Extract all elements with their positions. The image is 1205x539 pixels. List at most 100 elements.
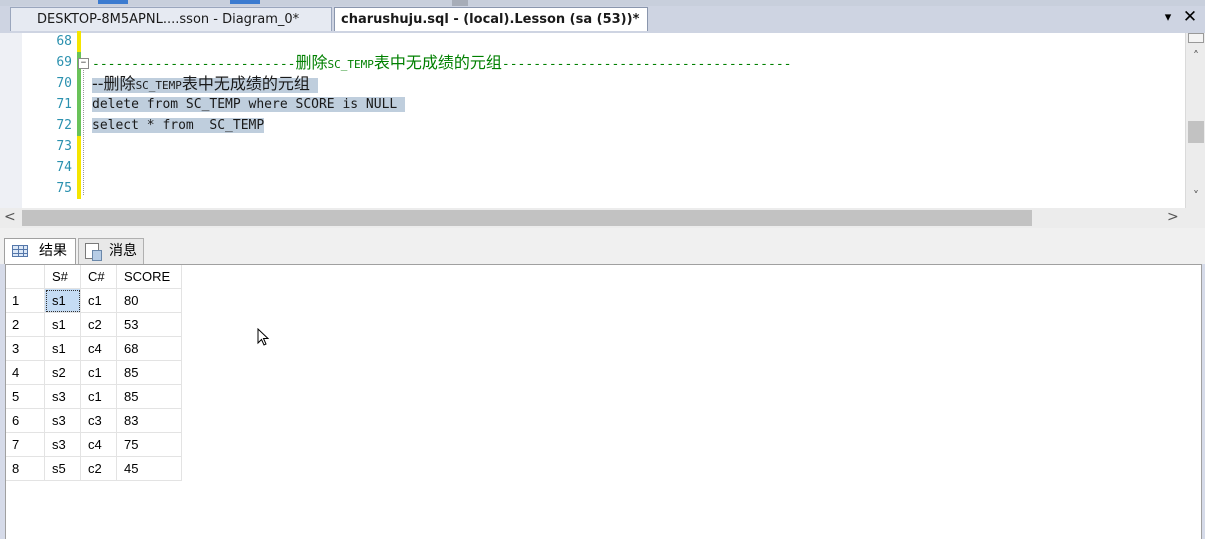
line-number: 68 — [56, 34, 72, 49]
toolbar-icon-fragment — [452, 0, 468, 6]
cell[interactable]: 75 — [116, 432, 182, 457]
cell[interactable]: 68 — [116, 336, 182, 361]
toolbar-icon-fragment — [98, 0, 128, 4]
row-number[interactable]: 6 — [6, 408, 45, 433]
change-marker — [77, 73, 81, 94]
cell[interactable]: c3 — [80, 408, 117, 433]
code-line-69: --------------------------删除SC_TEMP表中无成绩… — [92, 52, 791, 73]
cell[interactable]: 53 — [116, 312, 182, 337]
column-header[interactable]: S# — [44, 265, 81, 289]
line-number: 71 — [56, 97, 72, 112]
pane-splitter[interactable] — [0, 228, 1205, 236]
sql-editor[interactable]: 68 69 70 71 72 73 74 75 − --------------… — [0, 31, 1205, 208]
column-header[interactable]: C# — [80, 265, 117, 289]
selected-code: delete from SC_TEMP where SCORE is NULL — [92, 97, 398, 112]
header-row: S# C# SCORE — [6, 265, 182, 289]
cell[interactable]: c1 — [80, 288, 117, 313]
cell[interactable]: 45 — [116, 456, 182, 481]
table-row: 8 s5 c2 45 — [6, 456, 182, 481]
messages-icon — [85, 243, 102, 261]
cell[interactable]: s3 — [44, 432, 81, 457]
row-header-corner[interactable] — [6, 265, 45, 289]
document-tab-strip: DESKTOP-8M5APNL....sson - Diagram_0* cha… — [0, 0, 1205, 33]
change-marker — [77, 136, 81, 157]
horizontal-scroll-thumb[interactable] — [22, 210, 1032, 226]
code-line-72: select * from SC_TEMP — [92, 115, 265, 136]
editor-horizontal-scrollbar[interactable]: < > — [0, 208, 1185, 228]
row-number[interactable]: 4 — [6, 360, 45, 385]
comment-code: SC_TEMP — [327, 58, 374, 71]
toolbar-icon-fragment — [230, 0, 260, 4]
table-row: 4 s2 c1 85 — [6, 360, 182, 385]
close-tab-icon[interactable]: ✕ — [1180, 7, 1200, 27]
cell[interactable]: c4 — [80, 432, 117, 457]
change-marker — [77, 178, 81, 199]
vertical-scroll-thumb[interactable] — [1188, 121, 1204, 143]
line-number: 70 — [56, 76, 72, 91]
change-marker — [77, 31, 81, 52]
scrollbar-corner — [1185, 208, 1205, 228]
table-row: 3 s1 c4 68 — [6, 336, 182, 361]
cell[interactable]: c2 — [80, 312, 117, 337]
cell[interactable]: s1 — [44, 336, 81, 361]
tab-diagram[interactable]: DESKTOP-8M5APNL....sson - Diagram_0* — [10, 7, 332, 31]
row-number[interactable]: 7 — [6, 432, 45, 457]
scroll-right-icon[interactable]: > — [1167, 209, 1179, 225]
cell[interactable]: s1 — [44, 312, 81, 337]
tab-list-dropdown-icon[interactable]: ▾ — [1158, 10, 1178, 25]
selection-tail — [397, 97, 406, 112]
comment-dashes: ------------------------------------- — [501, 57, 792, 72]
fold-guide — [83, 65, 85, 195]
cell[interactable]: 83 — [116, 408, 182, 433]
editor-left-margin — [0, 33, 22, 208]
change-marker — [77, 115, 81, 136]
cell[interactable]: c2 — [80, 456, 117, 481]
results-grid[interactable]: S# C# SCORE 1 s1 c1 80 2 s1 c2 53 3 s1 c… — [5, 264, 1202, 539]
editor-vertical-scrollbar[interactable]: ˄ ˅ — [1185, 33, 1205, 208]
cell[interactable]: s3 — [44, 408, 81, 433]
table-row: 5 s3 c1 85 — [6, 384, 182, 409]
results-tab-strip: 结果 消息 — [0, 236, 1205, 264]
cell[interactable]: s1 — [44, 288, 81, 313]
row-number[interactable]: 2 — [6, 312, 45, 337]
toolbar-edge — [0, 0, 1205, 6]
cell[interactable]: 80 — [116, 288, 182, 313]
mouse-cursor-icon — [257, 328, 270, 346]
editor-split-handle[interactable] — [1188, 33, 1204, 43]
column-header[interactable]: SCORE — [116, 265, 182, 289]
code-line-70: --删除SC_TEMP表中无成绩的元组 — [92, 73, 318, 94]
cell[interactable]: s3 — [44, 384, 81, 409]
tab-results[interactable]: 结果 — [4, 238, 76, 264]
tab-results-label: 结果 — [39, 243, 67, 259]
line-number: 72 — [56, 118, 72, 133]
row-number[interactable]: 8 — [6, 456, 45, 481]
row-number[interactable]: 1 — [6, 288, 45, 313]
cell[interactable]: s5 — [44, 456, 81, 481]
line-number: 69 — [56, 55, 72, 70]
cell[interactable]: s2 — [44, 360, 81, 385]
scroll-up-icon[interactable]: ˄ — [1186, 49, 1205, 67]
cell[interactable]: c1 — [80, 360, 117, 385]
line-number: 74 — [56, 160, 72, 175]
comment-prefix: --删除 — [92, 74, 136, 93]
tab-charushuju-sql[interactable]: charushuju.sql - (local).Lesson (sa (53)… — [334, 7, 648, 31]
comment-cn: 删除 — [295, 53, 328, 72]
cell[interactable]: c1 — [80, 384, 117, 409]
collapse-region-icon[interactable]: − — [78, 58, 89, 69]
table-row: 2 s1 c2 53 — [6, 312, 182, 337]
results-table: S# C# SCORE 1 s1 c1 80 2 s1 c2 53 3 s1 c… — [6, 265, 182, 481]
tab-messages[interactable]: 消息 — [78, 238, 144, 264]
selected-code: select * from SC_TEMP — [92, 118, 265, 133]
table-row: 1 s1 c1 80 — [6, 288, 182, 313]
scroll-left-icon[interactable]: < — [4, 209, 16, 225]
row-number[interactable]: 5 — [6, 384, 45, 409]
cell[interactable]: c4 — [80, 336, 117, 361]
change-marker — [77, 94, 81, 115]
cell[interactable]: 85 — [116, 360, 182, 385]
row-number[interactable]: 3 — [6, 336, 45, 361]
comment-code: SC_TEMP — [135, 79, 182, 92]
grid-icon — [12, 245, 28, 257]
code-line-71: delete from SC_TEMP where SCORE is NULL — [92, 94, 406, 115]
scroll-down-icon[interactable]: ˅ — [1186, 189, 1205, 207]
cell[interactable]: 85 — [116, 384, 182, 409]
